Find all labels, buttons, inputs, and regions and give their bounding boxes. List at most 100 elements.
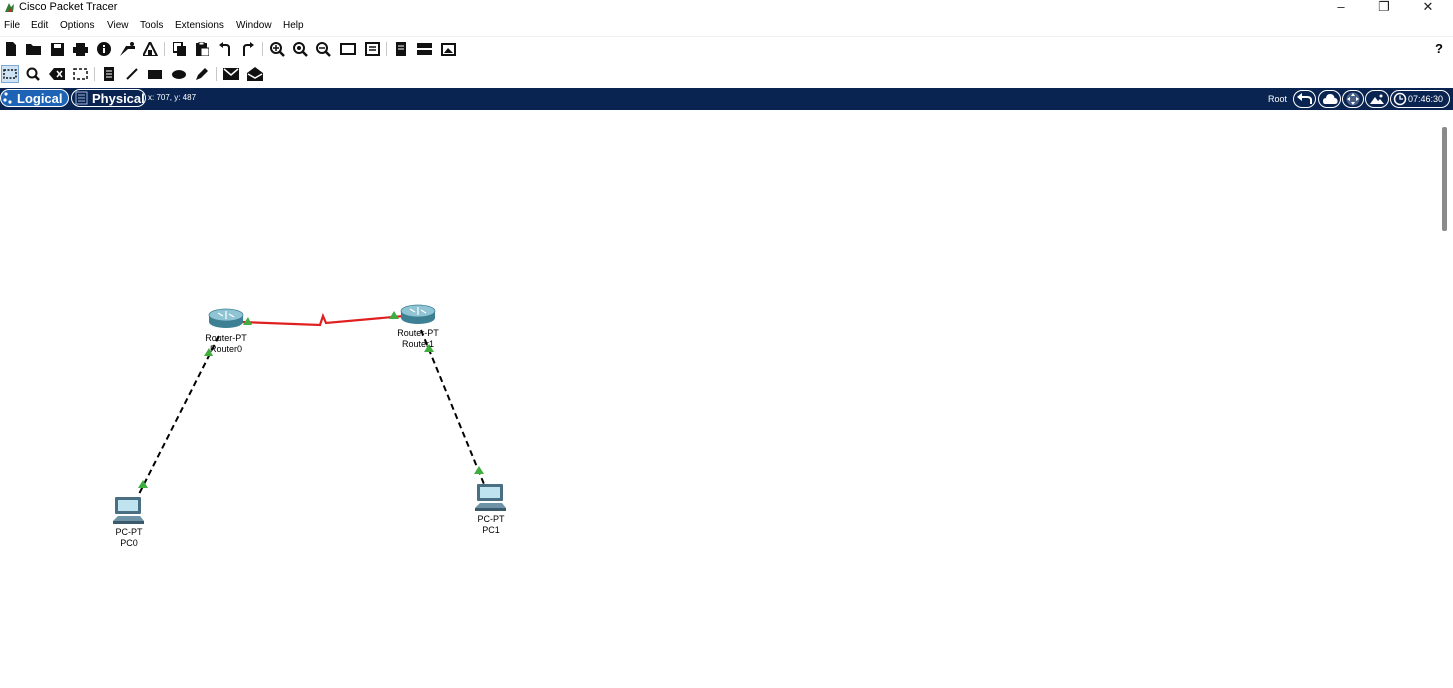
minimize-button[interactable]: –: [1321, 0, 1361, 17]
clock-time: 07:46:30: [1408, 94, 1444, 104]
toolbar-separator: [386, 42, 387, 56]
ipc-button[interactable]: [393, 41, 409, 57]
cursor-coordinates: x: 707, y: 487: [148, 93, 197, 102]
zoom-reset-button[interactable]: [292, 41, 308, 57]
place-note-button[interactable]: [101, 66, 117, 82]
select-tool-button[interactable]: [1, 65, 19, 83]
closed-envelope-icon: [223, 68, 239, 80]
main-toolbar: ?: [0, 36, 1453, 61]
paste-button[interactable]: [194, 41, 210, 57]
pc0-label: PC-PT PC0: [94, 527, 164, 549]
set-tiled-background-button[interactable]: [1365, 90, 1389, 108]
pc0-model: PC-PT: [115, 527, 143, 537]
menu-view[interactable]: View: [107, 20, 129, 31]
new-cluster-button[interactable]: [1318, 90, 1341, 108]
resize-shape-button[interactable]: [72, 66, 88, 82]
rectangle-icon: [148, 69, 162, 79]
help-button[interactable]: ?: [1435, 41, 1443, 56]
resize-icon: [72, 68, 88, 80]
server-button[interactable]: [416, 41, 432, 57]
zoom-out-button[interactable]: [315, 41, 331, 57]
draw-rectangle-button[interactable]: [147, 66, 163, 82]
clock-display: 07:46:30: [1390, 90, 1450, 108]
add-simple-pdu-button[interactable]: [223, 66, 239, 82]
redo-button[interactable]: [240, 41, 256, 57]
copy-button[interactable]: [171, 41, 187, 57]
new-file-icon: [6, 42, 16, 56]
draw-ellipse-button[interactable]: [171, 66, 187, 82]
info-icon: [97, 42, 111, 56]
canvas-vertical-scrollbar[interactable]: [1437, 111, 1453, 688]
menu-tools[interactable]: Tools: [140, 20, 163, 31]
move-arrows-icon: [1346, 92, 1360, 106]
select-icon: [3, 69, 17, 79]
print-button[interactable]: [72, 41, 88, 57]
save-button[interactable]: [49, 41, 65, 57]
pc1-icon[interactable]: [475, 484, 506, 511]
menu-window[interactable]: Window: [236, 20, 272, 31]
window-title: Cisco Packet Tracer: [19, 1, 118, 13]
restore-button[interactable]: ❐: [1364, 0, 1404, 17]
router0-icon[interactable]: [208, 308, 244, 328]
custom-devices-icon: [142, 42, 158, 56]
menu-help[interactable]: Help: [283, 20, 304, 31]
landscape-icon: [1370, 94, 1384, 104]
zoom-out-icon: [315, 41, 331, 57]
link-router0-pc0[interactable]: [137, 335, 220, 497]
tab-physical-label: Physical: [92, 90, 145, 106]
image-button[interactable]: [440, 41, 456, 57]
zoom-in-button[interactable]: [269, 41, 285, 57]
device-dialog-icon: [364, 42, 380, 56]
toolbar-separator: [216, 67, 217, 81]
serial-link-router0-router1[interactable]: [240, 312, 405, 327]
open-button[interactable]: [25, 41, 41, 57]
add-complex-pdu-button[interactable]: [247, 66, 263, 82]
workspace-bar: Logical Physical x: 707, y: 487 Root 07:…: [0, 88, 1453, 110]
link-up-indicator: [389, 311, 399, 319]
pc1-label: PC-PT PC1: [456, 514, 526, 536]
pc0-name: PC0: [120, 538, 138, 548]
new-button[interactable]: [3, 41, 19, 57]
tab-logical[interactable]: Logical: [0, 89, 69, 107]
close-button[interactable]: ✕: [1408, 0, 1448, 17]
minimize-icon: –: [1337, 0, 1345, 14]
custom-devices-button[interactable]: [142, 41, 158, 57]
router0-label: Router-PT Router0: [191, 333, 261, 355]
redo-icon: [243, 42, 254, 56]
back-button[interactable]: [1293, 90, 1316, 108]
delete-tool-button[interactable]: [49, 66, 65, 82]
menu-extensions[interactable]: Extensions: [175, 20, 224, 31]
back-arrow-icon: [1296, 93, 1312, 104]
link-router1-pc1[interactable]: [420, 329, 487, 490]
move-object-button[interactable]: [1342, 90, 1364, 108]
physical-workspace-icon: [75, 91, 88, 105]
router1-name: Router1: [401, 339, 435, 349]
zoom-in-icon: [269, 41, 285, 57]
link-up-indicator: [474, 466, 484, 474]
print-icon: [72, 42, 88, 56]
line-icon: [126, 68, 138, 80]
topology-drawing: [113, 304, 506, 524]
freeform-button[interactable]: [194, 66, 210, 82]
link-up-indicator: [243, 317, 252, 325]
note-icon: [104, 67, 114, 81]
router1-icon[interactable]: [400, 304, 436, 324]
scrollbar-thumb[interactable]: [1442, 127, 1447, 231]
network-info-button[interactable]: [119, 41, 135, 57]
custom-device-dialog-button[interactable]: [364, 41, 380, 57]
menu-options[interactable]: Options: [60, 20, 94, 31]
drawing-palette-button[interactable]: [340, 41, 356, 57]
undo-button[interactable]: [217, 41, 233, 57]
menu-bar: File Edit Options View Tools Extensions …: [0, 18, 1453, 35]
inspect-tool-button[interactable]: [25, 66, 41, 82]
ellipse-icon: [172, 69, 186, 79]
tab-physical[interactable]: Physical: [71, 89, 146, 107]
draw-line-button[interactable]: [124, 66, 140, 82]
activity-wizard-button[interactable]: [96, 41, 112, 57]
restore-icon: ❐: [1378, 0, 1390, 14]
menu-file[interactable]: File: [4, 20, 20, 31]
logical-workspace-canvas[interactable]: Router-PT Router0 Router-PT Router1 PC-P…: [0, 111, 1437, 688]
pc0-icon[interactable]: [113, 497, 144, 524]
drawing-palette-icon: [340, 43, 356, 55]
menu-edit[interactable]: Edit: [31, 20, 48, 31]
